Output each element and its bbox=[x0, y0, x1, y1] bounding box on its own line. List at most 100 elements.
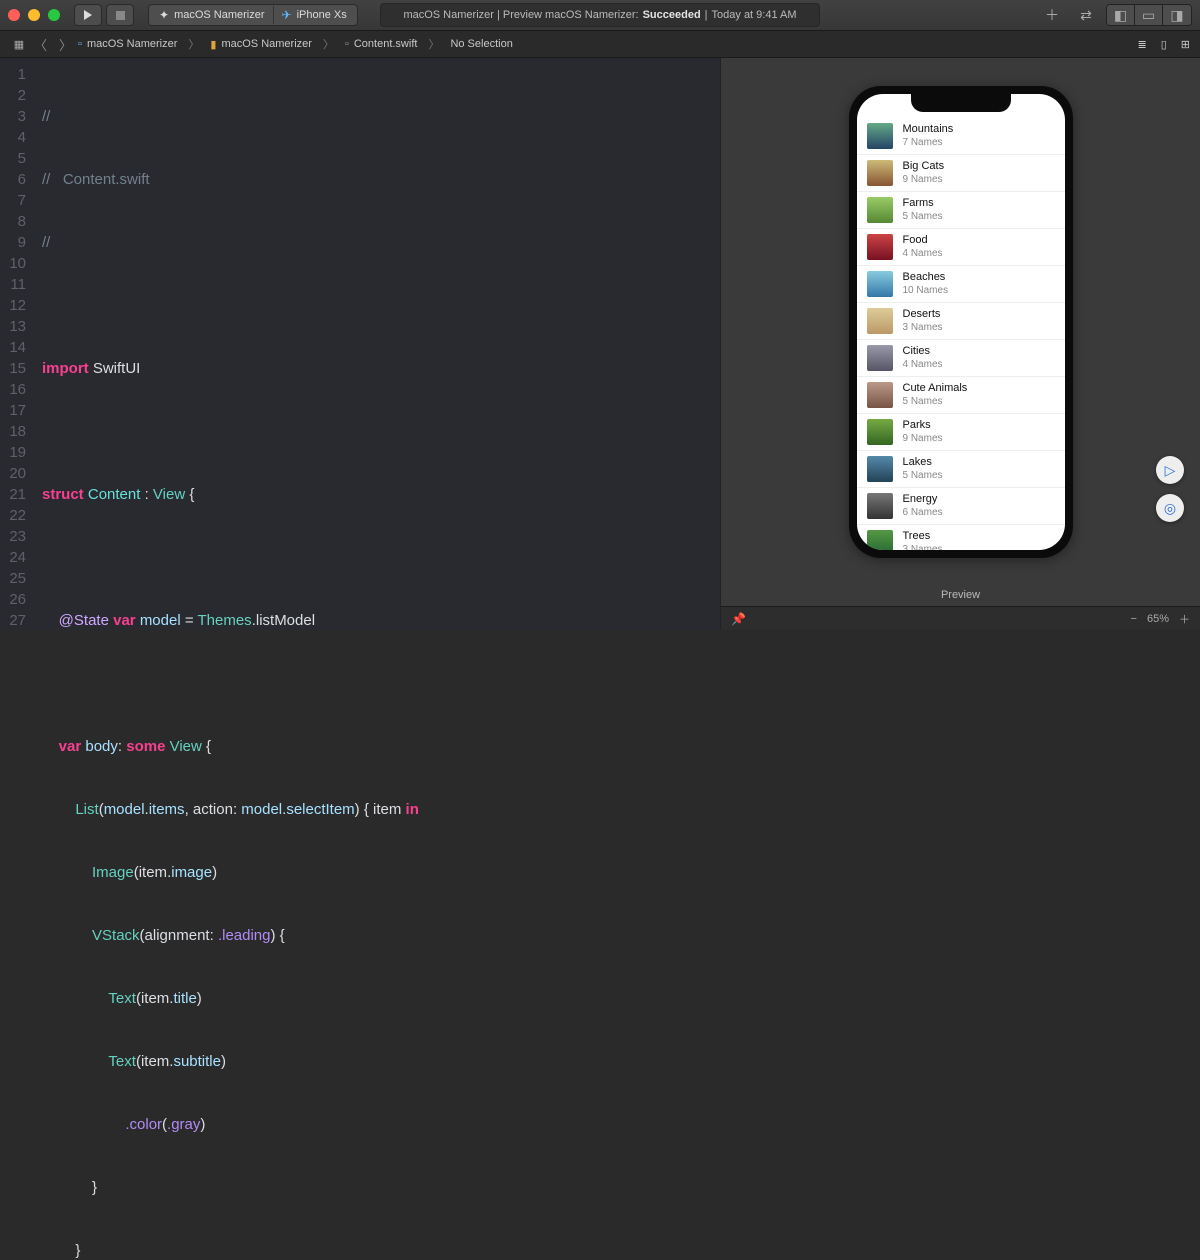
scheme-device: iPhone Xs bbox=[297, 9, 347, 21]
thumbnail bbox=[867, 456, 893, 482]
line-gutter: 1234567891011121314151617181920212223242… bbox=[0, 58, 36, 630]
related-items-icon[interactable]: ▦ bbox=[10, 38, 28, 51]
list-item-subtitle: 6 Names bbox=[903, 506, 943, 519]
chevron-icon: 〉 bbox=[317, 36, 340, 52]
list-item[interactable]: Big Cats9 Names bbox=[857, 155, 1065, 192]
list-item-subtitle: 5 Names bbox=[903, 469, 943, 482]
list-item-title: Energy bbox=[903, 493, 943, 506]
crumb-folder[interactable]: macOS Namerizer bbox=[221, 38, 311, 50]
crumb-file[interactable]: Content.swift bbox=[354, 38, 418, 50]
status-state: Succeeded bbox=[643, 9, 701, 21]
thumbnail bbox=[867, 308, 893, 334]
list-item[interactable]: Energy6 Names bbox=[857, 488, 1065, 525]
list-item[interactable]: Food4 Names bbox=[857, 229, 1065, 266]
run-controls bbox=[74, 4, 134, 26]
editor-mode-toggles: ≣ ▯ ⊞ bbox=[1138, 38, 1191, 51]
review-button[interactable]: ⇄ bbox=[1072, 5, 1100, 25]
scheme-selector[interactable]: ✦ macOS Namerizer ✈ iPhone Xs bbox=[148, 4, 358, 26]
list-item-subtitle: 5 Names bbox=[903, 395, 968, 408]
list-item-title: Mountains bbox=[903, 123, 954, 136]
list-item-subtitle: 4 Names bbox=[903, 247, 943, 260]
list-item[interactable]: Parks9 Names bbox=[857, 414, 1065, 451]
thumbnail bbox=[867, 382, 893, 408]
breadcrumb: ▫ macOS Namerizer 〉 ▮ macOS Namerizer 〉 … bbox=[78, 36, 513, 52]
app-target-icon: ✦ bbox=[159, 8, 169, 22]
list-item[interactable]: Trees3 Names bbox=[857, 525, 1065, 550]
swift-file-icon: ▫ bbox=[345, 38, 349, 50]
list-item-title: Big Cats bbox=[903, 160, 945, 173]
list-item[interactable]: Lakes5 Names bbox=[857, 451, 1065, 488]
device-icon: ✈ bbox=[282, 8, 292, 22]
list-item-title: Beaches bbox=[903, 271, 949, 284]
list-item-subtitle: 4 Names bbox=[903, 358, 943, 371]
crumb-selection[interactable]: No Selection bbox=[450, 38, 512, 50]
list-item-subtitle: 3 Names bbox=[903, 321, 943, 334]
list-item-subtitle: 3 Names bbox=[903, 543, 943, 550]
list-item-subtitle: 7 Names bbox=[903, 136, 954, 149]
preview-float-controls: ▷ ◎ bbox=[1156, 456, 1184, 522]
titlebar: ✦ macOS Namerizer ✈ iPhone Xs macOS Name… bbox=[0, 0, 1200, 30]
preview-bottom-bar: 📌 − 65% ＋ bbox=[721, 606, 1200, 630]
play-icon bbox=[84, 10, 92, 20]
list-item-title: Trees bbox=[903, 530, 943, 543]
zoom-out-button[interactable]: − bbox=[1131, 613, 1137, 625]
thumbnail bbox=[867, 271, 893, 297]
activity-status: macOS Namerizer | Preview macOS Namerize… bbox=[380, 3, 820, 27]
run-button[interactable] bbox=[74, 4, 102, 26]
main-split: 1234567891011121314151617181920212223242… bbox=[0, 58, 1200, 630]
close-window-button[interactable] bbox=[8, 9, 20, 21]
pin-preview-button[interactable]: 📌 bbox=[731, 612, 746, 626]
list-item[interactable]: Farms5 Names bbox=[857, 192, 1065, 229]
zoom-level: 65% bbox=[1147, 613, 1169, 625]
list-item[interactable]: Cute Animals5 Names bbox=[857, 377, 1065, 414]
source-editor[interactable]: 1234567891011121314151617181920212223242… bbox=[0, 58, 720, 630]
status-prefix: macOS Namerizer | Preview macOS Namerize… bbox=[403, 9, 638, 21]
list-item-subtitle: 10 Names bbox=[903, 284, 949, 297]
scheme-target: macOS Namerizer bbox=[174, 9, 264, 21]
list-item[interactable]: Cities4 Names bbox=[857, 340, 1065, 377]
device-frame: Mountains7 NamesBig Cats9 NamesFarms5 Na… bbox=[849, 86, 1073, 558]
panel-toggles: ◧ ▭ ◨ bbox=[1106, 4, 1192, 26]
add-button[interactable]: ＋ bbox=[1038, 5, 1066, 25]
canvas-layout-icon[interactable]: ▯ bbox=[1161, 38, 1167, 51]
nav-forward-button[interactable]: 〉 bbox=[53, 35, 78, 54]
list-item[interactable]: Beaches10 Names bbox=[857, 266, 1065, 303]
project-icon: ▫ bbox=[78, 38, 82, 50]
list-item-title: Farms bbox=[903, 197, 943, 210]
preview-list: Mountains7 NamesBig Cats9 NamesFarms5 Na… bbox=[857, 94, 1065, 550]
minimap-icon[interactable]: ≣ bbox=[1138, 38, 1147, 51]
folder-icon: ▮ bbox=[210, 38, 216, 51]
thumbnail bbox=[867, 123, 893, 149]
list-item-title: Deserts bbox=[903, 308, 943, 321]
list-item[interactable]: Mountains7 Names bbox=[857, 118, 1065, 155]
add-editor-icon[interactable]: ⊞ bbox=[1181, 38, 1190, 51]
list-item[interactable]: Deserts3 Names bbox=[857, 303, 1065, 340]
minimize-window-button[interactable] bbox=[28, 9, 40, 21]
scheme-separator bbox=[273, 6, 274, 24]
list-item-title: Parks bbox=[903, 419, 943, 432]
status-time: Today at 9:41 AM bbox=[712, 9, 797, 21]
preview-pane: Mountains7 NamesBig Cats9 NamesFarms5 Na… bbox=[720, 58, 1200, 630]
zoom-window-button[interactable] bbox=[48, 9, 60, 21]
device-notch bbox=[911, 94, 1011, 112]
live-preview-button[interactable]: ▷ bbox=[1156, 456, 1184, 484]
toggle-right-panel[interactable]: ◨ bbox=[1163, 5, 1191, 25]
toggle-left-panel[interactable]: ◧ bbox=[1107, 5, 1135, 25]
code-area[interactable]: // // Content.swift // import SwiftUI st… bbox=[36, 58, 720, 630]
jump-bar: ▦ 〈 〉 ▫ macOS Namerizer 〉 ▮ macOS Nameri… bbox=[0, 30, 1200, 58]
preview-canvas[interactable]: Mountains7 NamesBig Cats9 NamesFarms5 Na… bbox=[721, 58, 1200, 584]
preview-inspector-button[interactable]: ◎ bbox=[1156, 494, 1184, 522]
toolbar-right: ＋ ⇄ ◧ ▭ ◨ bbox=[1038, 4, 1192, 26]
thumbnail bbox=[867, 160, 893, 186]
thumbnail bbox=[867, 345, 893, 371]
list-item-title: Food bbox=[903, 234, 943, 247]
stop-button[interactable] bbox=[106, 4, 134, 26]
status-separator: | bbox=[705, 9, 708, 21]
crumb-root[interactable]: macOS Namerizer bbox=[87, 38, 177, 50]
nav-back-button[interactable]: 〈 bbox=[28, 35, 53, 54]
chevron-icon: 〉 bbox=[182, 36, 205, 52]
zoom-in-button[interactable]: ＋ bbox=[1179, 611, 1190, 627]
stop-icon bbox=[116, 11, 125, 20]
toggle-bottom-panel[interactable]: ▭ bbox=[1135, 5, 1163, 25]
list-item-title: Cute Animals bbox=[903, 382, 968, 395]
